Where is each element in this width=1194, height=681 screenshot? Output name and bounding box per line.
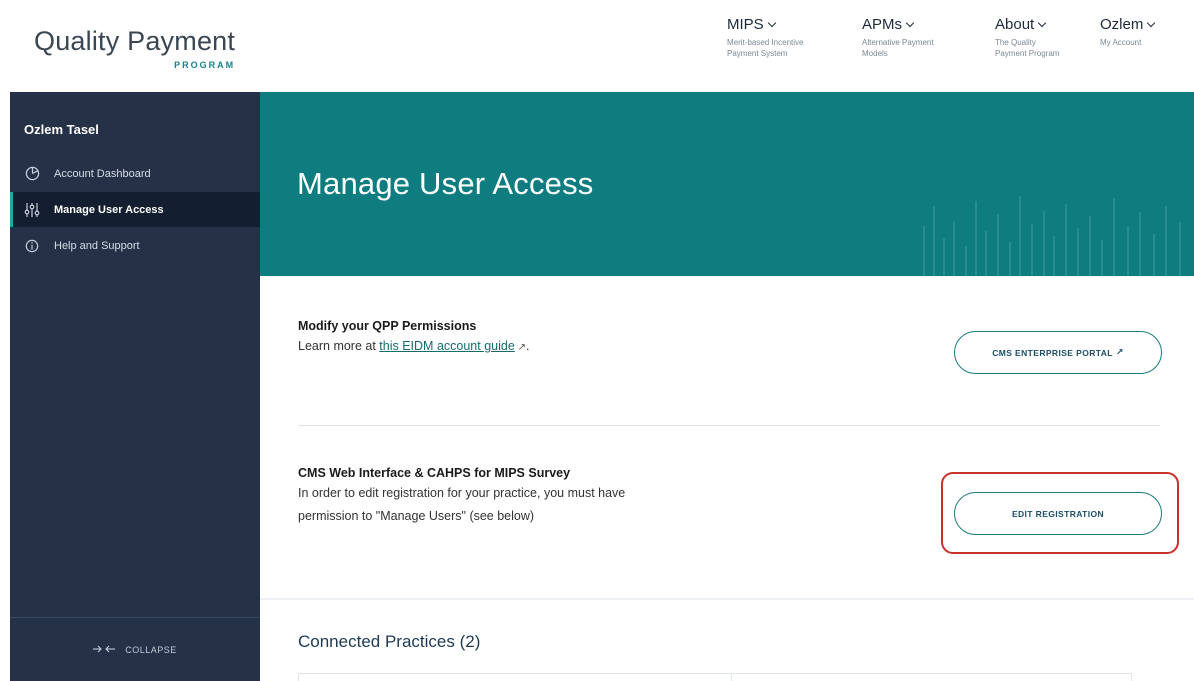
nav-about-sub: The Quality Payment Program xyxy=(995,38,1060,58)
page-hero: Manage User Access xyxy=(260,92,1194,276)
permissions-text-prefix: Learn more at xyxy=(298,339,380,353)
collapse-button[interactable]: COLLAPSE xyxy=(10,617,260,681)
nav-account-sub: My Account xyxy=(1100,38,1142,47)
eidm-guide-link[interactable]: this EIDM account guide xyxy=(379,339,515,353)
sidebar: Ozlem Tasel Account Dashboard Manage Use… xyxy=(10,92,260,681)
sidebar-item-account-dashboard[interactable]: Account Dashboard xyxy=(10,156,260,191)
practices-table xyxy=(298,673,1132,681)
page-title: Manage User Access xyxy=(297,166,594,201)
permissions-title: Modify your QPP Permissions xyxy=(298,319,477,333)
button-label: CMS ENTERPRISE PORTAL xyxy=(992,347,1113,358)
nav-about[interactable]: About The Quality Payment Program xyxy=(995,16,1065,59)
decorative-bars-graphic xyxy=(923,196,1181,276)
connected-practices-title: Connected Practices (2) xyxy=(298,632,481,651)
dashboard-icon xyxy=(24,166,40,182)
sidebar-item-label: Manage User Access xyxy=(54,203,164,216)
nav-account[interactable]: Ozlem My Account xyxy=(1100,16,1180,48)
collapse-arrows-icon xyxy=(93,644,116,656)
nav-apms-sub: Alternative Payment Models xyxy=(862,38,934,58)
info-icon xyxy=(24,238,40,254)
cms-enterprise-portal-button[interactable]: CMS ENTERPRISE PORTAL ↗ xyxy=(954,331,1162,374)
permissions-text: Learn more at this EIDM account guide ↗. xyxy=(298,335,529,359)
top-header: Quality Payment PROGRAM MIPS Merit-based… xyxy=(0,0,1194,92)
registration-section: CMS Web Interface & CAHPS for MIPS Surve… xyxy=(298,466,625,528)
sidebar-item-manage-user-access[interactable]: Manage User Access xyxy=(10,192,260,227)
sidebar-item-help-support[interactable]: Help and Support xyxy=(10,228,260,263)
nav-apms-label: APMs xyxy=(862,16,903,33)
edit-registration-button[interactable]: EDIT REGISTRATION xyxy=(954,492,1162,535)
qpp-logo[interactable]: Quality Payment PROGRAM xyxy=(34,26,236,70)
chevron-down-icon xyxy=(905,18,915,28)
collapse-label: COLLAPSE xyxy=(125,644,177,655)
nav-about-label: About xyxy=(995,16,1035,33)
sidebar-item-label: Account Dashboard xyxy=(54,167,151,180)
nav-mips[interactable]: MIPS Merit-based Incentive Payment Syste… xyxy=(727,16,817,59)
external-link-icon: ↗ xyxy=(514,342,526,353)
permissions-section: Modify your QPP Permissions Learn more a… xyxy=(298,319,529,359)
external-link-icon: ↗ xyxy=(1115,347,1124,357)
chevron-down-icon xyxy=(767,18,776,28)
button-label: EDIT REGISTRATION xyxy=(1011,508,1105,519)
nav-account-label: Ozlem xyxy=(1100,16,1144,33)
nav-apms[interactable]: APMs Alternative Payment Models xyxy=(862,16,952,59)
sliders-icon xyxy=(24,202,40,218)
permissions-text-suffix: . xyxy=(525,339,530,353)
registration-text-line1: In order to edit registration for your p… xyxy=(298,486,626,500)
nav-mips-sub: Merit-based Incentive Payment System xyxy=(727,38,804,58)
chevron-down-icon xyxy=(1037,18,1047,28)
nav-mips-label: MIPS xyxy=(727,16,764,33)
registration-text-line2: permission to "Manage Users" (see below) xyxy=(298,509,535,523)
sidebar-user-name: Ozlem Tasel xyxy=(24,122,99,137)
chevron-down-icon xyxy=(1147,18,1156,28)
sidebar-item-label: Help and Support xyxy=(54,239,140,252)
logo-title: Quality Payment xyxy=(34,26,236,56)
registration-title: CMS Web Interface & CAHPS for MIPS Surve… xyxy=(298,466,571,480)
section-divider xyxy=(298,425,1160,426)
logo-subtitle: PROGRAM xyxy=(174,60,236,70)
